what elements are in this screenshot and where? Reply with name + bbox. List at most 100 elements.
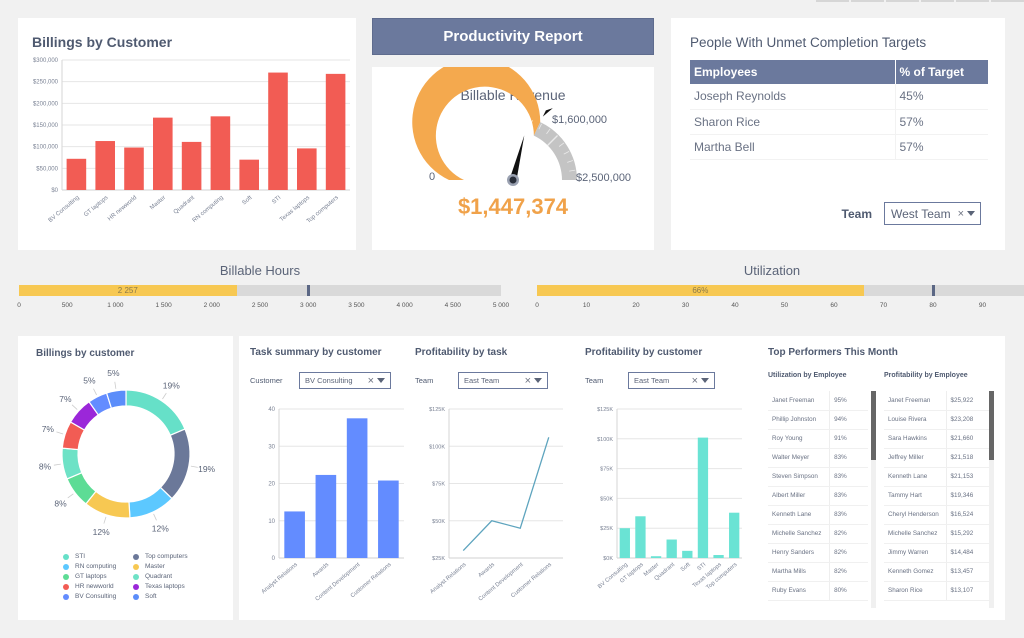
y-tick-label: 10 <box>268 519 275 525</box>
table-row[interactable]: Sharon Rice 57% <box>690 109 988 135</box>
bar-awards[interactable] <box>315 474 337 558</box>
bar-rn-computing[interactable] <box>210 116 231 190</box>
slice-sti[interactable] <box>125 389 186 437</box>
bar-customer-relations[interactable] <box>378 480 399 558</box>
table-row[interactable]: Martha Bell 57% <box>690 134 988 160</box>
table-row[interactable]: Kenneth Lane $21,153 <box>884 467 992 487</box>
scrollbar[interactable] <box>871 391 876 608</box>
table-row[interactable]: Janet Freeman 95% <box>768 391 868 411</box>
tab-stub[interactable] <box>921 0 954 2</box>
legend-item[interactable]: GT laptops <box>63 572 133 581</box>
employee-value: $13,107 <box>945 581 992 601</box>
gauge-value: $1,447,374 <box>457 194 569 219</box>
legend-swatch <box>63 573 69 580</box>
table-row[interactable]: Jeffrey Miller $21,518 <box>884 448 992 468</box>
bar-texas-laptops[interactable] <box>297 148 317 190</box>
scrollbar-thumb[interactable] <box>871 391 876 460</box>
table-row[interactable]: Martha Mills 82% <box>768 562 868 582</box>
bar-texas-laptops[interactable] <box>713 555 724 558</box>
bar-top-computers[interactable] <box>325 73 346 190</box>
bar-sti[interactable] <box>268 72 288 190</box>
chevron-down-icon[interactable] <box>967 211 975 216</box>
top-tab-stubs <box>816 0 1024 2</box>
slice-label: 12% <box>93 527 110 537</box>
bar-quadrant[interactable] <box>181 141 202 190</box>
table-row[interactable]: Kenneth Lane 83% <box>768 505 868 525</box>
table-title: Utilization by Employee <box>768 372 847 379</box>
legend-item[interactable]: STI <box>63 552 133 561</box>
table-row[interactable]: Walter Meyer 83% <box>768 448 868 468</box>
slice-quadrant[interactable] <box>61 447 83 480</box>
table-row[interactable]: Ruby Evans 80% <box>768 581 868 601</box>
clear-icon[interactable]: × <box>958 208 964 220</box>
tab-stub[interactable] <box>816 0 849 2</box>
table-row[interactable]: Henry Sanders 82% <box>768 543 868 563</box>
table-row[interactable]: Cheryl Henderson $16,524 <box>884 505 992 525</box>
bullet-title: Utilization <box>743 263 801 278</box>
donut-legend: STI Top computers RN computing Master GT lap… <box>63 552 213 601</box>
employee-name: Kenneth Lane <box>884 467 946 487</box>
bar-gt-laptops[interactable] <box>635 516 646 558</box>
table-row[interactable]: Albert Miller 83% <box>768 486 868 506</box>
bar-analyst-relations[interactable] <box>284 511 305 558</box>
bar-master[interactable] <box>153 117 173 190</box>
bar-quadrant[interactable] <box>666 539 677 558</box>
column-header-employees[interactable]: Employees <box>690 60 895 84</box>
employee-name: Walter Meyer <box>768 448 830 468</box>
legend-item[interactable]: RN computing <box>63 562 133 571</box>
billable-revenue-card: Billable Revenue 0 $2,500,000 $1,600,000 $… <box>372 67 654 250</box>
legend-swatch <box>133 553 139 560</box>
bar-soft[interactable] <box>682 550 693 558</box>
bar-gt-laptops[interactable] <box>95 141 115 190</box>
table-row[interactable]: Steven Simpson 83% <box>768 467 868 487</box>
legend-item[interactable]: Quadrant <box>133 572 213 581</box>
table-row[interactable]: Kenneth Gomez $13,457 <box>884 562 992 582</box>
column-header-percent[interactable]: % of Target <box>894 60 988 84</box>
table-row[interactable]: Michelle Sanchez $15,292 <box>884 524 992 544</box>
bar-bv-consulting[interactable] <box>619 528 630 558</box>
table-row[interactable]: Phillip Johnston 94% <box>768 410 868 430</box>
axis-tick-label: 80 <box>929 302 937 309</box>
slice-label: 8% <box>54 498 67 508</box>
bar-top-computers[interactable] <box>729 512 740 558</box>
team-select[interactable]: West Team × <box>884 202 981 225</box>
bar-content-development[interactable] <box>346 418 368 558</box>
tab-stub[interactable] <box>851 0 884 2</box>
tab-stub[interactable] <box>991 0 1024 2</box>
bar-soft[interactable] <box>239 159 259 190</box>
series-line[interactable] <box>462 437 550 551</box>
employee-name: Jimmy Warren <box>884 543 946 563</box>
table-row[interactable]: Sara Hawkins $21,660 <box>884 429 992 449</box>
table-row[interactable]: Roy Young 91% <box>768 429 868 449</box>
table-row[interactable]: Jimmy Warren $14,484 <box>884 543 992 563</box>
table-row[interactable]: Janet Freeman $25,922 <box>884 391 992 411</box>
top-performers-panel: Top Performers This Month Utilization by… <box>768 336 1005 620</box>
slice-top-computers[interactable] <box>159 428 191 500</box>
axis-tick-label: 40 <box>731 302 739 309</box>
tab-stub[interactable] <box>956 0 989 2</box>
scrollbar-thumb[interactable] <box>989 391 994 460</box>
table-row[interactable]: Michelle Sanchez 82% <box>768 524 868 544</box>
bar-hr-newworld[interactable] <box>124 147 144 190</box>
slice-rn-computing[interactable] <box>128 486 173 519</box>
utilization-by-employee: Utilization by Employee Janet Freeman 95%… <box>768 372 876 608</box>
slice-leader <box>190 465 198 468</box>
table-row[interactable]: Sharon Rice $13,107 <box>884 581 992 601</box>
legend-item[interactable]: Soft <box>133 592 213 601</box>
table-row[interactable]: Tammy Hart $19,346 <box>884 486 992 506</box>
scrollbar[interactable] <box>989 391 994 608</box>
table-row[interactable]: Louise Rivera $23,208 <box>884 410 992 430</box>
legend-item[interactable]: Master <box>133 562 213 571</box>
bar-bv-consulting[interactable] <box>66 158 87 190</box>
legend-item[interactable]: BV Consulting <box>63 592 133 601</box>
gauge-tick <box>493 119 496 126</box>
legend-item[interactable]: Top computers <box>133 552 213 561</box>
legend-swatch <box>63 583 69 590</box>
legend-item[interactable]: HR newworld <box>63 582 133 591</box>
table-row[interactable]: Joseph Reynolds 45% <box>690 84 988 110</box>
legend-item[interactable]: Texas laptops <box>133 582 213 591</box>
bar-sti[interactable] <box>697 437 709 558</box>
bar-master[interactable] <box>650 556 662 558</box>
x-tick-label: GT laptops <box>83 195 109 218</box>
tab-stub[interactable] <box>886 0 919 2</box>
